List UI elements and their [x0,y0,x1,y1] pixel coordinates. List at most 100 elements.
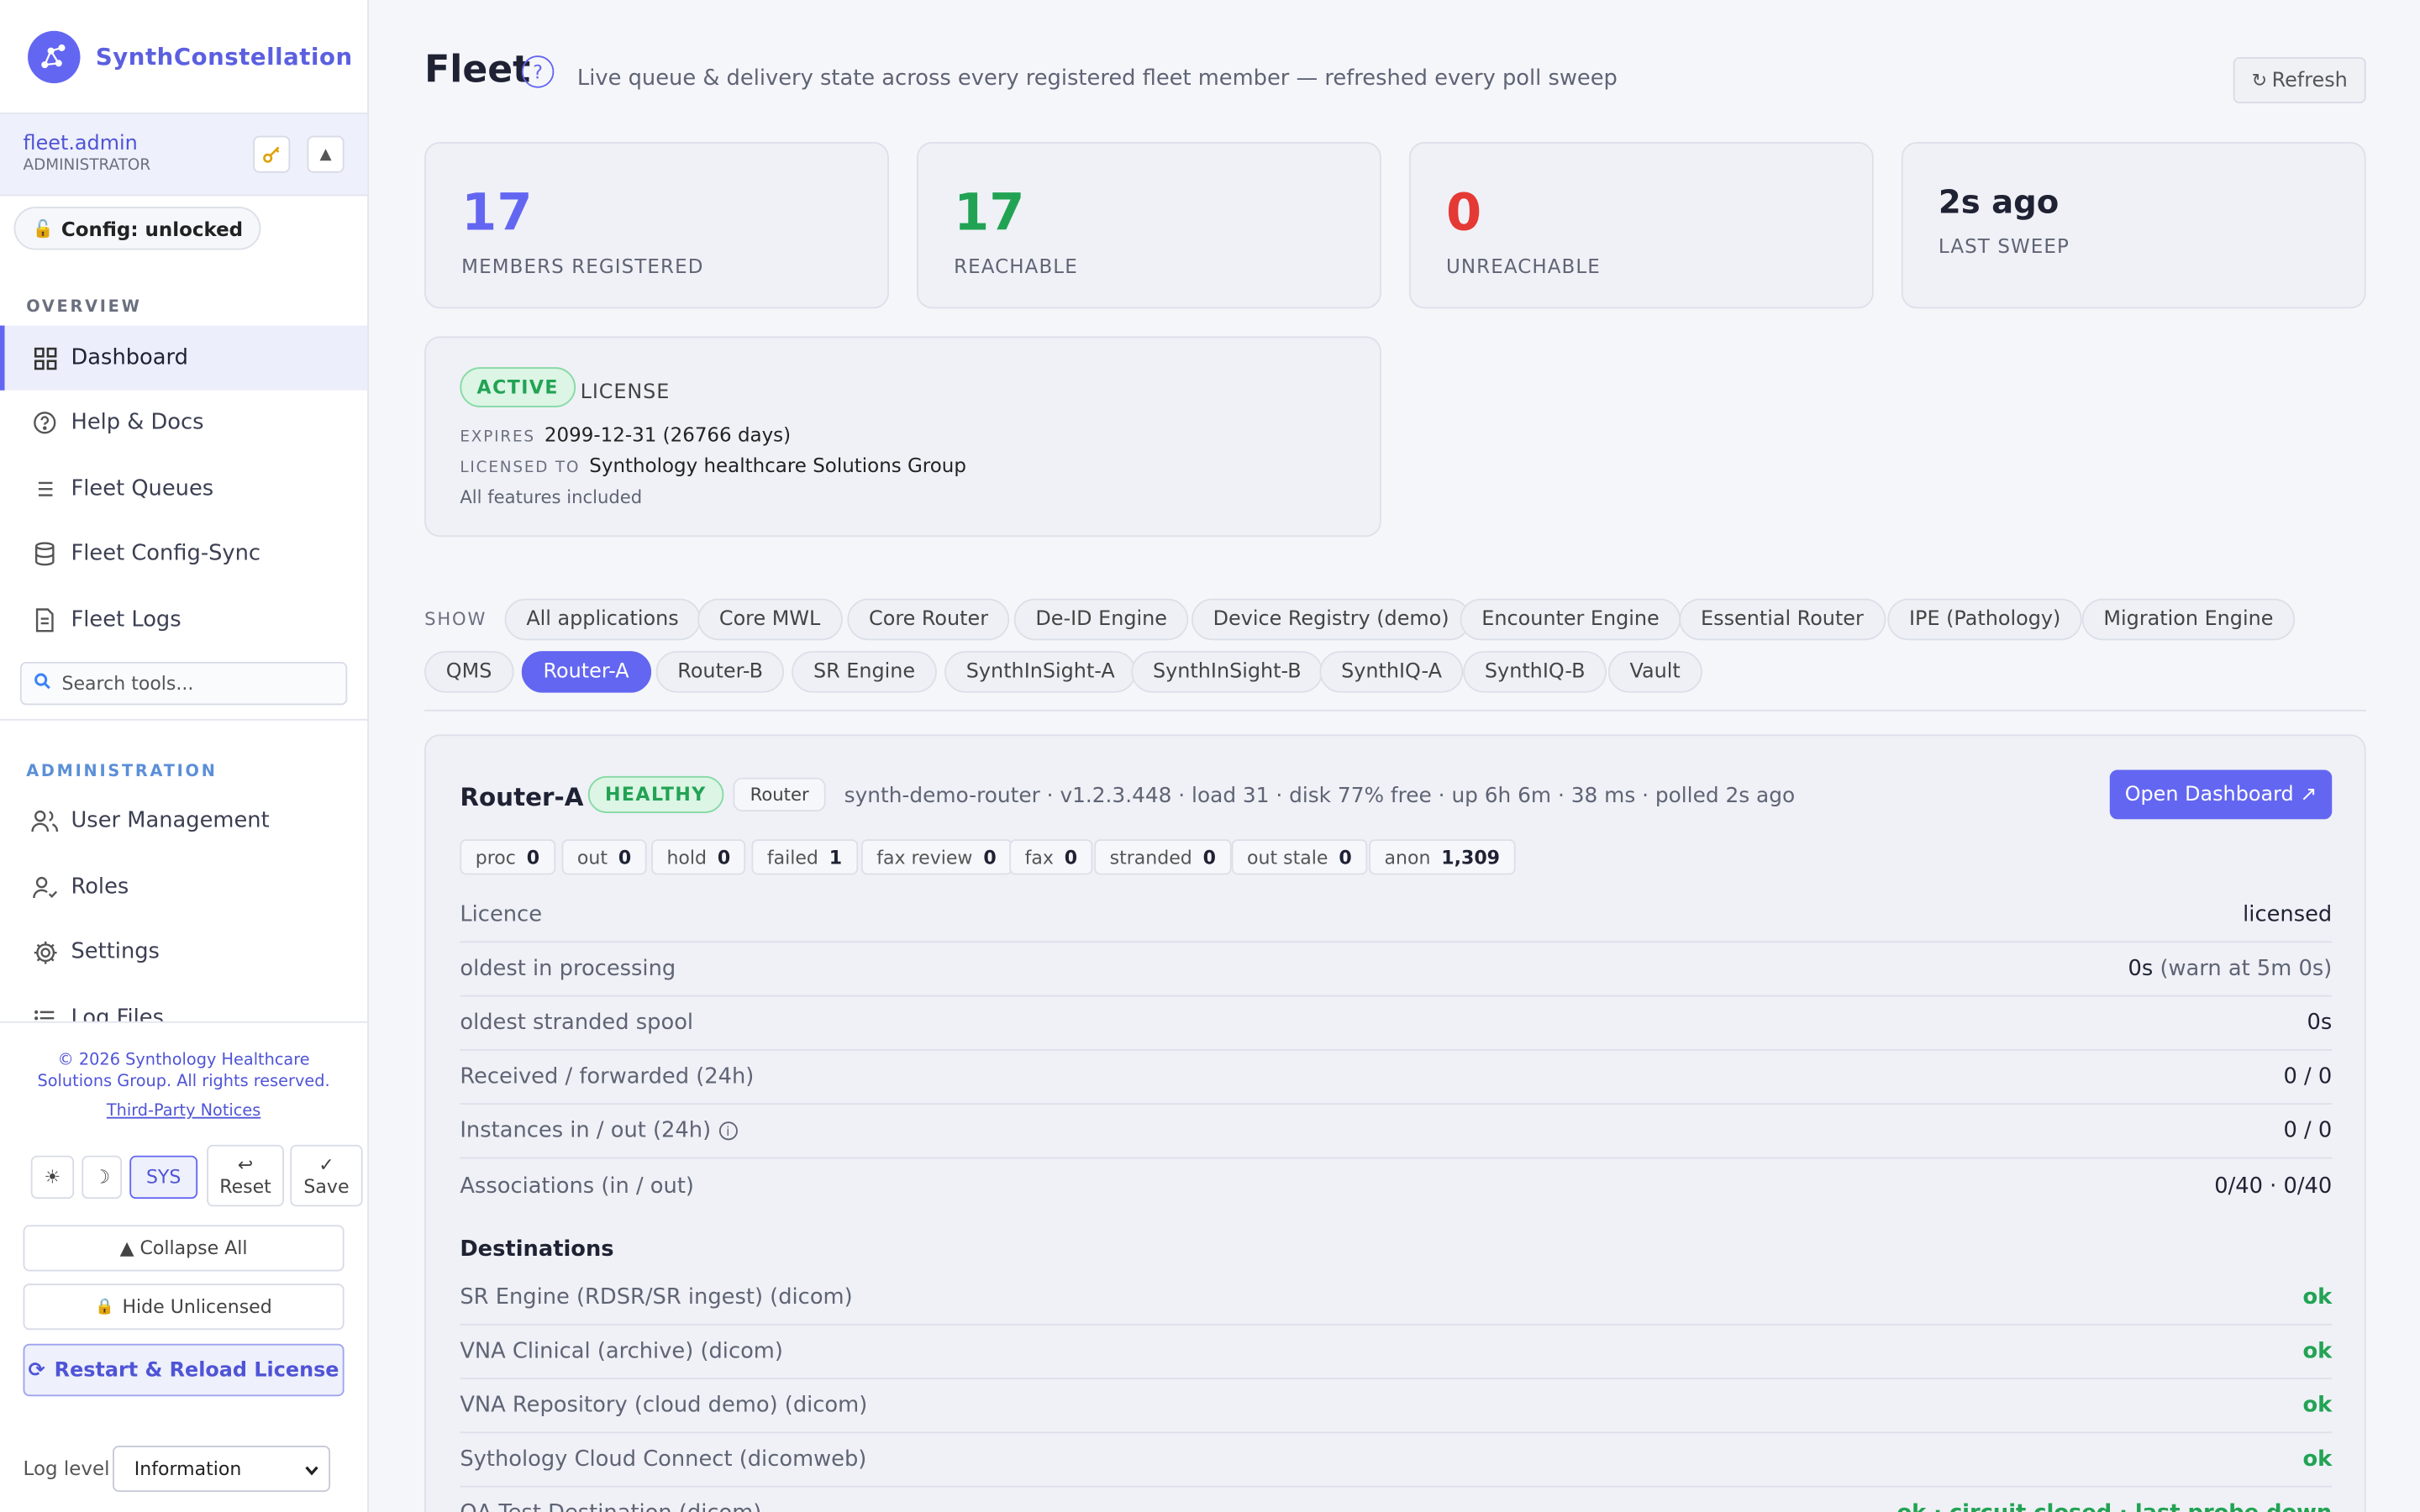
log-level-select[interactable]: Information [113,1445,331,1493]
filter-chip[interactable]: All applications [504,598,701,641]
key-icon[interactable] [253,135,291,173]
filter-chip[interactable]: SR Engine [792,651,937,693]
divider [424,709,2366,711]
detail-key: oldest stranded spool [460,1011,694,1036]
nav-fleet-queues[interactable]: Fleet Queues [0,457,367,522]
counter-label: out [576,846,608,869]
counter-badge: failed 1 [751,839,858,875]
main-content: Fleet ? Live queue & delivery state acro… [369,0,2420,1512]
stat-card-members: 17 MEMBERS REGISTERED [424,141,889,309]
counter-badge: out stale 0 [1231,839,1368,875]
page-title: Fleet [424,47,531,92]
divider [0,718,368,721]
destination-status: ok · circuit closed · last probe down [1897,1501,2333,1512]
overview-section-label: OVERVIEW [26,297,142,317]
collapse-all-button[interactable]: ▲ Collapse All [23,1225,345,1272]
app-name: SynthConstellation [95,42,353,71]
user-name[interactable]: fleet.admin [24,133,345,156]
undo-icon: ↩ [237,1153,254,1176]
counter-label: failed [766,846,818,869]
nav-help-docs[interactable]: Help & Docs [0,391,367,455]
filter-chip[interactable]: SynthIQ-B [1463,651,1607,693]
nav-fleet-logs[interactable]: Fleet Logs [0,588,367,653]
save-button[interactable]: ✓ Save [290,1144,363,1207]
nav-label: Fleet Queues [71,476,214,501]
reset-label: Reset [219,1175,271,1198]
destinations-title: Destinations [460,1237,614,1263]
nav-label: Log Files [71,1005,165,1021]
counter-value: 0 [1064,846,1078,869]
filter-chip[interactable]: Encounter Engine [1460,598,1681,641]
filter-chip[interactable]: QMS [424,651,514,693]
nav-user-management[interactable]: User Management [0,789,367,853]
refresh-button[interactable]: ↻ Refresh [2233,56,2366,104]
filter-chip[interactable]: Core Router [847,598,1010,641]
filter-chip[interactable]: Migration Engine [2081,598,2296,641]
nav-label: Help & Docs [71,410,204,435]
stat-card-reachable: 17 REACHABLE [916,141,1381,309]
config-status-pill[interactable]: 🔓 Config: unlocked [13,207,262,250]
counter-value: 1,309 [1441,846,1501,869]
detail-value: 0s (warn at 5m 0s) [2128,956,2333,982]
divider [0,1021,368,1023]
detail-value: 0s [2307,1011,2333,1036]
search-tools-input[interactable]: Search tools... [19,661,348,706]
license-expires: EXPIRES 2099-12-31 (26766 days) [460,423,791,446]
filter-chip[interactable]: SynthInSight-A [944,651,1137,693]
filter-chip[interactable]: Vault [1607,651,1702,693]
counter-value: 0 [1202,846,1217,869]
licensed-to-value: Synthology healthcare Solutions Group [589,453,966,477]
member-name: Router-A [460,782,584,812]
stat-card-last-sweep: 2s ago LAST SWEEP [1901,141,2366,309]
third-party-notices-link[interactable]: Third-Party Notices [0,1101,367,1120]
chevron-down-icon [304,1461,319,1483]
filter-chip[interactable]: Device Registry (demo) [1191,598,1471,641]
theme-light-button[interactable]: ☀ [30,1155,75,1200]
counter-label: fax review [876,846,973,869]
counter-badge: hold 0 [651,839,746,875]
config-status-label: Config: unlocked [60,217,244,240]
detail-row: Instances in / out (24h) i 0 / 0 [460,1105,2332,1159]
reset-button[interactable]: ↩ Reset [207,1144,284,1207]
filter-chip[interactable]: Core MWL [697,598,843,641]
check-icon: ✓ [318,1153,334,1176]
page-subtitle: Live queue & delivery state across every… [576,66,1618,92]
nav-label: Dashboard [71,345,189,370]
filter-chip[interactable]: De-ID Engine [1013,598,1189,641]
detail-row: oldest stranded spool 0s [460,997,2332,1051]
unlock-icon: 🔓 [32,218,54,239]
counter-value: 0 [1339,846,1352,869]
open-dashboard-button[interactable]: Open Dashboard ↗ [2109,769,2333,820]
hide-unlicensed-label: Hide Unlicensed [122,1295,272,1318]
licensed-to-key: LICENSED TO [460,459,581,477]
filter-chip-selected[interactable]: Router-A [521,651,651,693]
administration-section-label: ADMINISTRATION [26,762,218,781]
log-list-icon [31,1005,59,1021]
stat-label: UNREACHABLE [1445,255,1601,278]
theme-system-button[interactable]: SYS [129,1155,198,1200]
help-icon[interactable]: ? [521,55,555,88]
filter-chip[interactable]: Router-B [655,651,785,693]
eject-icon[interactable]: ▲ [307,135,345,173]
grid-icon [31,344,59,372]
user-role-icon [31,874,59,901]
nav-log-files[interactable]: Log Files [0,986,367,1021]
filter-chip[interactable]: IPE (Pathology) [1887,598,2083,641]
restart-reload-license-button[interactable]: ⟳ Restart & Reload License [23,1343,345,1397]
nav-dashboard[interactable]: Dashboard [0,325,368,391]
destination-name: Sythology Cloud Connect (dicomweb) [460,1446,867,1473]
nav-roles[interactable]: Roles [0,855,367,920]
gear-icon [31,938,59,966]
nav-fleet-config-sync[interactable]: Fleet Config-Sync [0,522,367,586]
filter-chip[interactable]: SynthInSight-B [1131,651,1323,693]
nav-settings[interactable]: Settings [0,920,367,984]
filter-chip[interactable]: Essential Router [1679,598,1886,641]
counter-label: anon [1384,846,1431,869]
theme-dark-button[interactable]: ☽ [82,1155,123,1200]
stat-label: REACHABLE [954,255,1078,278]
copyright: © 2026 Synthology Healthcare Solutions G… [37,1050,330,1091]
stat-value: 17 [461,181,533,243]
filter-chip[interactable]: SynthIQ-A [1319,651,1464,693]
hide-unlicensed-button[interactable]: 🔒 Hide Unlicensed [23,1284,345,1331]
info-icon[interactable]: i [718,1121,738,1141]
